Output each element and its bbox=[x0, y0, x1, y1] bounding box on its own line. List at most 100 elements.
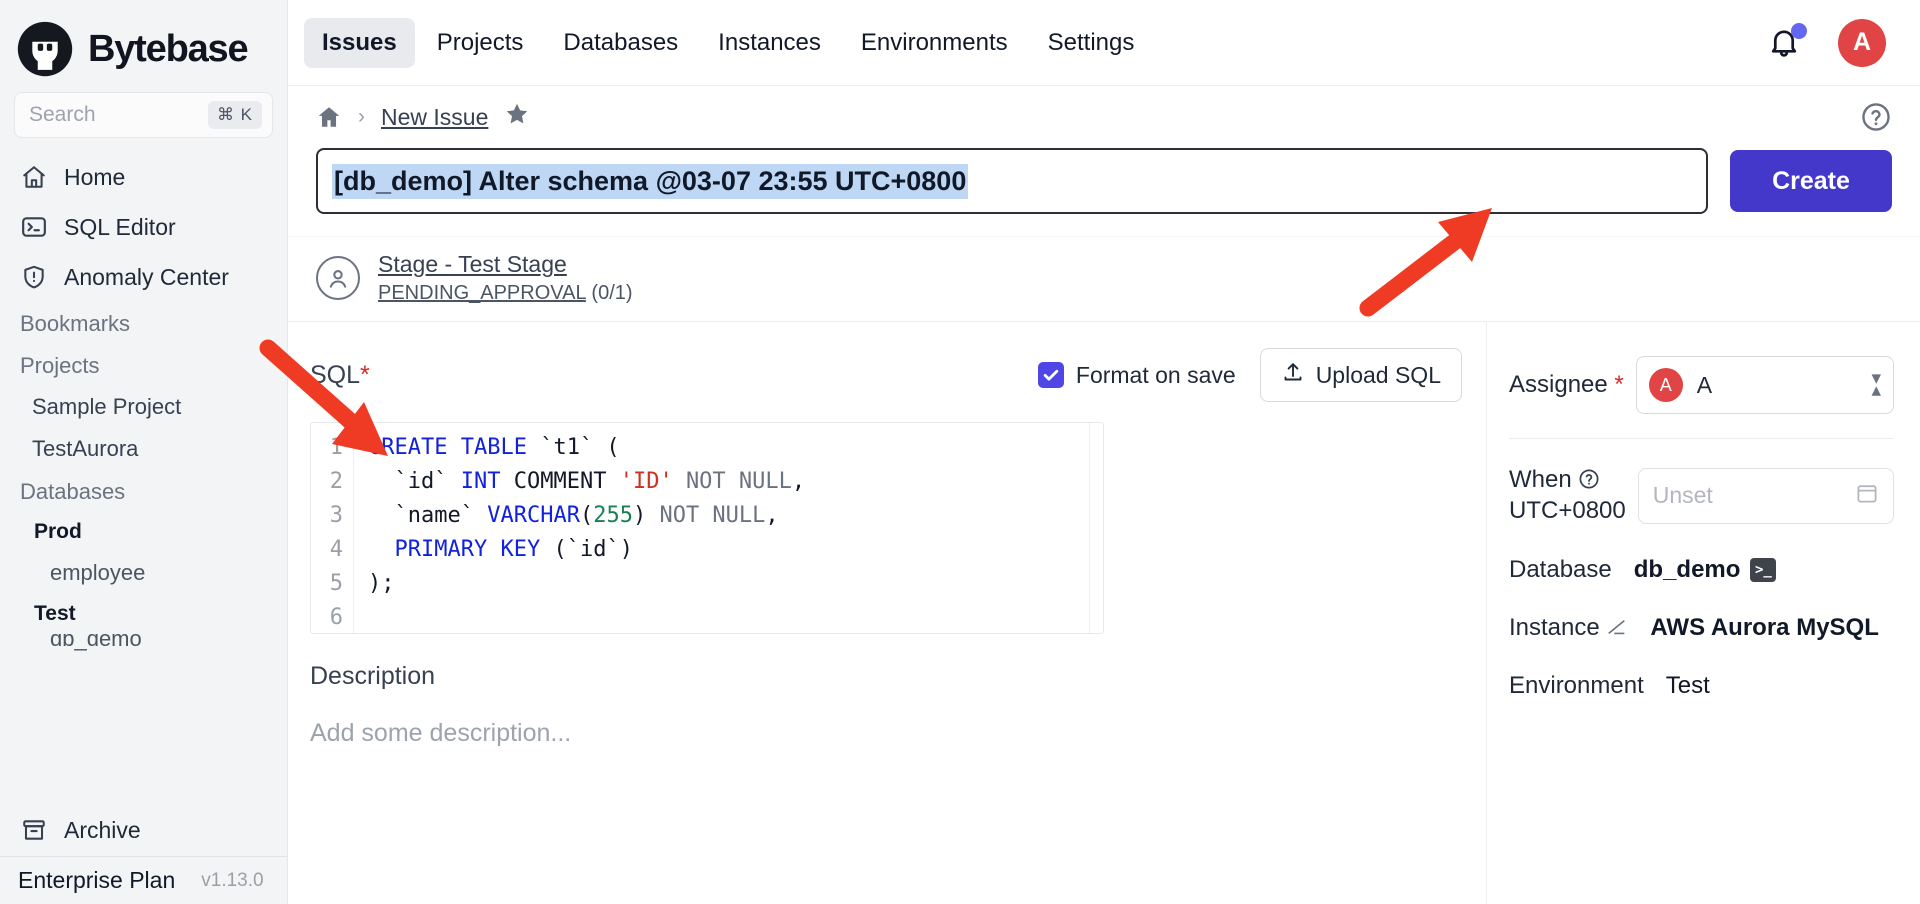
issue-title-input[interactable]: [db_demo] Alter schema @03-07 23:55 UTC+… bbox=[316, 148, 1708, 214]
calendar-icon bbox=[1855, 481, 1879, 510]
sidebar-group-projects: Projects bbox=[20, 353, 100, 378]
issue-body: SQL* Format on save Upload SQL 1 2 3 4 5… bbox=[288, 322, 1920, 904]
editor-scrollbar[interactable] bbox=[1089, 423, 1103, 633]
description-input[interactable]: Add some description... bbox=[310, 719, 1462, 748]
database-field: Database db_demo >_ bbox=[1509, 556, 1894, 584]
sidebar-item-label: Anomaly Center bbox=[64, 263, 229, 290]
sidebar-item-anomaly-center[interactable]: Anomaly Center bbox=[0, 252, 287, 302]
instance-value[interactable]: AWS Aurora MySQL bbox=[1650, 614, 1878, 642]
database-value[interactable]: db_demo >_ bbox=[1634, 556, 1777, 584]
version-label: v1.13.0 bbox=[201, 869, 264, 891]
brand-name: Bytebase bbox=[88, 27, 249, 70]
sidebar-nav: Home SQL Editor Anomaly Center Bookmarks… bbox=[0, 138, 287, 664]
top-navbar: Issues Projects Databases Instances Envi… bbox=[288, 0, 1920, 86]
tab-instances[interactable]: Instances bbox=[700, 18, 839, 68]
issue-title-row: [db_demo] Alter schema @03-07 23:55 UTC+… bbox=[288, 148, 1920, 214]
sidebar: Bytebase Search ⌘ K Home SQL Editor Anom… bbox=[0, 0, 288, 904]
terminal-icon bbox=[20, 213, 48, 241]
chevron-updown-icon: ▾ ▴ bbox=[1871, 368, 1881, 401]
sidebar-item-label: Archive bbox=[64, 816, 141, 843]
help-circle-icon[interactable] bbox=[1860, 101, 1892, 133]
help-circle-icon[interactable] bbox=[1578, 466, 1600, 493]
line-number: 2 bbox=[329, 469, 343, 494]
sidebar-db-employee[interactable]: employee bbox=[0, 552, 287, 594]
description-label: Description bbox=[310, 662, 436, 690]
sidebar-project-testaurora[interactable]: TestAurora bbox=[0, 428, 287, 470]
home-icon[interactable] bbox=[316, 104, 342, 130]
home-icon bbox=[20, 163, 48, 191]
stage-progress: (0/1) bbox=[591, 282, 633, 304]
when-placeholder: Unset bbox=[1652, 482, 1713, 509]
aurora-icon bbox=[1606, 614, 1628, 641]
sql-editor[interactable]: 1 2 3 4 5 6 CREATE TABLE `t1` ( `id` INT… bbox=[310, 422, 1104, 634]
tab-issues[interactable]: Issues bbox=[304, 17, 415, 68]
user-circle-icon bbox=[316, 256, 360, 300]
search-input[interactable]: Search ⌘ K bbox=[14, 92, 273, 138]
upload-sql-label: Upload SQL bbox=[1315, 361, 1441, 388]
brand[interactable]: Bytebase bbox=[0, 0, 287, 92]
upload-sql-button[interactable]: Upload SQL bbox=[1259, 348, 1462, 402]
avatar: A bbox=[1648, 368, 1683, 402]
breadcrumb-current[interactable]: New Issue bbox=[381, 104, 488, 131]
search-area: Search ⌘ K bbox=[0, 92, 287, 138]
environment-label: Environment bbox=[1509, 672, 1644, 700]
assignee-value: A bbox=[1696, 371, 1713, 398]
top-right-actions: A bbox=[1766, 18, 1896, 67]
archive-icon bbox=[20, 816, 48, 844]
when-field: When UTC+0800 Unset bbox=[1509, 465, 1894, 526]
sidebar-project-sample-project[interactable]: Sample Project bbox=[0, 386, 287, 428]
notification-badge-dot bbox=[1791, 22, 1807, 39]
sidebar-item-label: Home bbox=[64, 163, 126, 190]
database-label: Database bbox=[1509, 556, 1612, 584]
sidebar-footer: Enterprise Plan v1.13.0 bbox=[0, 856, 287, 904]
instance-label: Instance bbox=[1509, 614, 1628, 642]
bytebase-logo-icon bbox=[16, 20, 74, 78]
checkbox-checked-icon bbox=[1037, 362, 1064, 388]
upload-icon bbox=[1281, 360, 1305, 390]
sidebar-group-bookmarks: Bookmarks bbox=[20, 311, 131, 336]
when-date-input[interactable]: Unset bbox=[1637, 467, 1894, 524]
sidebar-item-archive[interactable]: Archive bbox=[0, 804, 287, 856]
sidebar-group-databases: Databases bbox=[20, 479, 126, 504]
sidebar-item-label: SQL Editor bbox=[64, 213, 176, 240]
when-timezone: UTC+0800 bbox=[1509, 496, 1626, 524]
issue-title-value: [db_demo] Alter schema @03-07 23:55 UTC+… bbox=[332, 163, 969, 199]
tab-databases[interactable]: Databases bbox=[545, 18, 696, 68]
line-number: 4 bbox=[329, 537, 343, 562]
bell-icon[interactable] bbox=[1766, 22, 1807, 62]
assignee-select[interactable]: A A ▾ ▴ bbox=[1635, 356, 1894, 414]
sql-label: SQL* bbox=[310, 360, 370, 389]
when-label: When UTC+0800 bbox=[1509, 466, 1626, 524]
shield-alert-icon bbox=[20, 263, 48, 291]
app-root: Bytebase Search ⌘ K Home SQL Editor Anom… bbox=[0, 0, 1920, 904]
stage-title[interactable]: Stage - Test Stage bbox=[378, 251, 633, 278]
tab-settings[interactable]: Settings bbox=[1030, 18, 1153, 68]
environment-value: Test bbox=[1665, 672, 1710, 700]
sql-code-content[interactable]: CREATE TABLE `t1` ( `id` INT COMMENT 'ID… bbox=[353, 423, 1089, 633]
sidebar-item-sql-editor[interactable]: SQL Editor bbox=[0, 202, 287, 252]
assignee-field: Assignee * A A ▾ ▴ bbox=[1509, 356, 1894, 414]
stage-bar: Stage - Test Stage PENDING_APPROVAL (0/1… bbox=[288, 236, 1920, 322]
stage-status: PENDING_APPROVAL bbox=[378, 282, 586, 304]
instance-field: Instance AWS Aurora MySQL bbox=[1509, 614, 1894, 642]
avatar[interactable]: A bbox=[1838, 18, 1886, 67]
stage-info: Stage - Test Stage PENDING_APPROVAL (0/1… bbox=[378, 251, 633, 305]
sidebar-item-home[interactable]: Home bbox=[0, 152, 287, 202]
sidebar-env-test[interactable]: Test bbox=[0, 594, 287, 634]
plan-label[interactable]: Enterprise Plan bbox=[18, 867, 175, 894]
search-placeholder: Search bbox=[29, 103, 96, 126]
sidebar-db-db-demo[interactable]: db_demo bbox=[0, 634, 162, 660]
main-area: Issues Projects Databases Instances Envi… bbox=[288, 0, 1920, 904]
create-button[interactable]: Create bbox=[1730, 150, 1892, 212]
editor-line-numbers: 1 2 3 4 5 6 bbox=[311, 423, 353, 633]
line-number: 1 bbox=[329, 435, 343, 460]
search-shortcut-badge: ⌘ K bbox=[207, 101, 262, 129]
tab-environments[interactable]: Environments bbox=[843, 18, 1026, 68]
stage-status-row: PENDING_APPROVAL (0/1) bbox=[378, 282, 633, 305]
tab-projects[interactable]: Projects bbox=[419, 18, 542, 68]
divider bbox=[1509, 438, 1894, 439]
format-on-save-toggle[interactable]: Format on save bbox=[1037, 362, 1236, 389]
sql-pane: SQL* Format on save Upload SQL 1 2 3 4 5… bbox=[288, 322, 1486, 904]
sidebar-env-prod[interactable]: Prod bbox=[0, 512, 287, 552]
star-icon[interactable] bbox=[504, 101, 530, 134]
